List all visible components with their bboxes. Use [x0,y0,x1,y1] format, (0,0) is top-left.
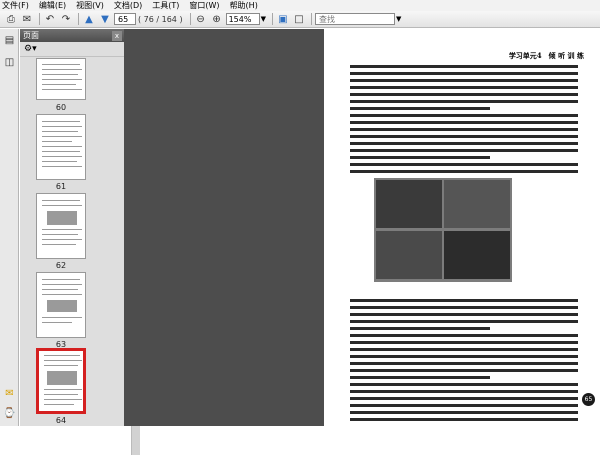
thumbnail-page[interactable] [36,58,86,100]
thumbnail-page-selected[interactable] [36,348,86,414]
text-line [350,411,578,414]
pages-panel: 页面 x ⚙▾ 60 61 62 63 64 [20,29,140,455]
document-viewer: 学习单元4 倾 听 训 练 65 [124,29,600,426]
text-line [350,327,490,330]
text-line [350,306,578,309]
paperclip-icon[interactable]: ⌚ [3,407,16,420]
pages-panel-header: 页面 x [20,29,124,42]
save-icon[interactable]: ▣ [276,12,290,26]
thumbnail-label: 61 [55,182,67,191]
menu-file[interactable]: 文件(F) [2,0,29,11]
previous-view-icon[interactable]: ↶ [43,12,57,26]
pages-panel-toolbar: ⚙▾ [20,42,124,57]
text-line [350,149,578,152]
document-page[interactable]: 学习单元4 倾 听 训 练 65 [324,29,600,426]
page-total: ( 76 / 164 ) [138,14,183,24]
print-icon[interactable]: ⎙ [4,12,18,26]
attachments-icon[interactable]: ◫ [3,56,16,69]
text-line [350,142,578,145]
text-line [350,313,578,316]
text-line [350,418,578,421]
thumbnail-list: 60 61 62 63 64 [20,58,112,426]
next-view-icon[interactable]: ↷ [59,12,73,26]
text-line [350,369,578,372]
text-line [350,376,490,379]
zoom-out-icon[interactable]: ⊖ [194,12,208,26]
navigation-strip: ▤ ◫ ✉ ⌚ [0,29,19,426]
text-line [350,100,578,103]
text-line [350,348,578,351]
document-photo [374,178,512,282]
email-icon[interactable]: ✉ [20,12,34,26]
toolbar-divider [189,13,191,25]
text-line [350,320,578,323]
search-dropdown-icon[interactable]: ▼ [396,15,401,23]
menu-document[interactable]: 文档(D) [114,0,142,11]
text-line [350,156,490,159]
text-line [350,135,578,138]
page-number-input[interactable] [114,13,136,25]
options-icon[interactable]: ⚙▾ [24,44,37,54]
text-line [350,121,578,124]
comments-icon[interactable]: ✉ [3,387,16,400]
text-line [350,128,578,131]
zoom-in-icon[interactable]: ⊕ [210,12,224,26]
thumbnail-label: 60 [55,103,67,112]
running-head: 学习单元4 倾 听 训 练 [508,51,584,60]
page-down-icon[interactable]: ▼ [98,12,112,26]
menu-tools[interactable]: 工具(T) [152,0,179,11]
menu-view[interactable]: 视图(V) [76,0,104,11]
zoom-dropdown-icon[interactable]: ▼ [261,15,266,23]
text-line [350,72,578,75]
thumbnail-label: 64 [55,416,67,425]
thumbnail-page[interactable] [36,272,86,338]
text-line [350,299,578,302]
text-line [350,397,578,400]
pages-icon[interactable]: ▤ [3,34,16,47]
text-line [350,390,578,393]
page-up-icon[interactable]: ▲ [82,12,96,26]
text-line [350,107,490,110]
menu-window[interactable]: 窗口(W) [189,0,219,11]
page-number-badge: 65 [582,393,595,406]
text-line [350,65,578,68]
toolbar-divider [310,13,312,25]
text-line [350,334,578,337]
pages-panel-title: 页面 [23,31,39,40]
text-line [350,362,578,365]
text-line [350,163,578,166]
menu-help[interactable]: 帮助(H) [230,0,258,11]
toolbar: ⎙ ✉ ↶ ↷ ▲ ▼ ( 76 / 164 ) ⊖ ⊕ ▼ ▣ □ ▼ [0,11,600,28]
thumbnail-page[interactable] [36,193,86,259]
close-icon[interactable]: x [112,30,122,41]
thumbnail-page[interactable] [36,114,86,180]
menu-bar: 文件(F) 编辑(E) 视图(V) 文档(D) 工具(T) 窗口(W) 帮助(H… [0,0,600,11]
text-line [350,355,578,358]
text-line [350,93,578,96]
text-line [350,404,578,407]
text-line [350,114,578,117]
toolbar-divider [39,13,40,25]
toolbar-divider [78,13,79,25]
text-line [350,86,578,89]
text-line [350,383,578,386]
text-line [350,79,578,82]
text-line [350,170,578,173]
fit-page-icon[interactable]: □ [292,12,306,26]
search-input[interactable] [314,13,395,25]
text-line [350,341,578,344]
thumbnail-label: 62 [55,261,67,270]
menu-edit[interactable]: 编辑(E) [39,0,66,11]
zoom-input[interactable] [225,13,260,25]
toolbar-divider [271,13,273,25]
